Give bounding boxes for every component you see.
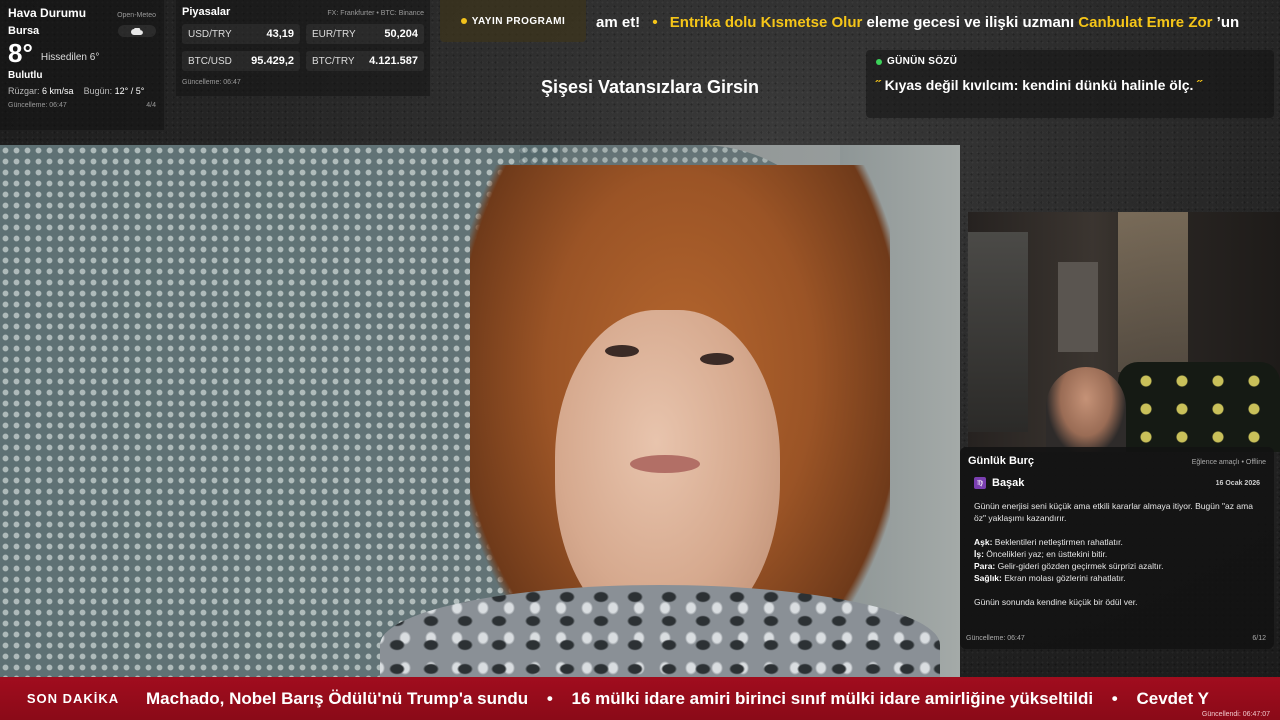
rate-label: USD/TRY [188, 28, 232, 40]
item-key: İş: [974, 549, 984, 559]
webcam-shelf [1058, 262, 1098, 352]
horoscope-item-work: İş: Öncelikleri yaz; en üsttekini bitir. [974, 548, 1260, 560]
horoscope-closing: Günün sonunda kendine küçük bir ödül ver… [974, 597, 1138, 607]
item-key: Sağlık: [974, 573, 1002, 583]
markets-title: Piyasalar [182, 6, 231, 18]
program-dot-icon [460, 18, 467, 24]
rate-eur-try: EUR/TRY 50,204 [306, 24, 424, 44]
rate-value: 50,204 [384, 28, 418, 40]
ticker-highlight-1: Entrika dolu Kısmetse Olur [669, 14, 863, 31]
weather-condition: Bulutlu [8, 70, 43, 81]
markets-source: FX: Frankfurter • BTC: Binance [327, 10, 424, 17]
wind-value: 6 km/sa [42, 86, 74, 96]
quote-text-row: ˝ Kıyas değil kıvılcım: kendini dünkü ha… [876, 77, 1264, 93]
quote-close-mark: ˝ [1197, 77, 1202, 93]
weather-updated: Güncelleme: 06:47 [8, 102, 67, 109]
weather-details: Rüzgar: 6 km/sa Bugün: 12° / 5° [8, 86, 156, 96]
program-label: YAYIN PROGRAMI [471, 15, 566, 27]
rate-value: 43,19 [266, 28, 294, 40]
news-separator: • [546, 688, 553, 708]
wind-label: Rüzgar: [8, 86, 40, 96]
live-dot-icon [876, 58, 882, 65]
breaking-news-updated: Güncellendi: 06:47:07 [1201, 711, 1270, 718]
horoscope-note: Eğlence amaçlı • Offline [1191, 459, 1266, 466]
horoscope-item-money: Para: Gelir-gideri gözden geçirmek sürpr… [974, 560, 1260, 572]
item-text: Gelir-gideri gözden geçirmek sürprizi az… [995, 561, 1164, 571]
weather-title: Hava Durumu [8, 6, 87, 20]
weather-city: Bursa [8, 25, 40, 37]
rate-label: EUR/TRY [312, 28, 356, 40]
top-news-ticker: am et! • Entrika dolu Kısmetse Olur elem… [596, 12, 1280, 34]
item-key: Para: [974, 561, 996, 571]
horoscope-item-health: Sağlık: Ekran molası gözlerini rahatlatı… [974, 572, 1260, 584]
quote-title: GÜNÜN SÖZÜ [887, 56, 958, 67]
webcam-pillows [1128, 367, 1278, 447]
rate-usd-try: USD/TRY 43,19 [182, 24, 300, 44]
ticker-middle: eleme gecesi ve ilişki uzmanı [866, 14, 1079, 31]
breaking-news-label: SON DAKİKA [26, 691, 120, 706]
ticker-lead: am et! [596, 14, 641, 31]
horoscope-items: Aşk: Beklentileri netleştirmen rahatlatı… [974, 536, 1260, 584]
item-text: Öncelikleri yaz; en üsttekini bitir. [983, 549, 1108, 559]
horoscope-item-love: Aşk: Beklentileri netleştirmen rahatlatı… [974, 536, 1260, 548]
news-item: 16 mülki idare amiri birinci sınıf mülki… [571, 688, 1094, 708]
horoscope-page-indicator: 6/12 [1252, 635, 1266, 642]
show-title: Şişesi Vatansızlara Girsin [540, 77, 760, 97]
quote-open-mark: ˝ [876, 77, 881, 93]
news-item: Machado, Nobel Barış Ödülü'nü Trump'a su… [146, 688, 529, 708]
breaking-news-ticker: Machado, Nobel Barış Ödülü'nü Trump'a su… [146, 689, 1280, 709]
webcam-streamer [1046, 367, 1126, 452]
today-label: Bugün: [83, 86, 113, 96]
quote-of-the-day: GÜNÜN SÖZÜ ˝ Kıyas değil kıvılcım: kendi… [866, 50, 1274, 118]
today-value: 12° / 5° [114, 86, 145, 96]
horoscope-body: Günün enerjisi seni küçük ama etkili kar… [968, 500, 1266, 608]
markets-updated: Güncelleme: 06:47 [182, 79, 241, 86]
news-item: Cevdet Y [1136, 688, 1209, 708]
horoscope-intro: Günün enerjisi seni küçük ama etkili kar… [974, 501, 1253, 523]
weather-temperature: 8° [8, 38, 33, 68]
item-text: Ekran molası gözlerini rahatlatır. [1001, 573, 1126, 583]
horoscope-updated: Güncelleme: 06:47 [966, 635, 1025, 642]
rate-label: BTC/USD [188, 55, 232, 67]
webcam-feed [968, 212, 1280, 452]
video-subject-eye [700, 353, 734, 365]
virgo-icon: ♍ [974, 477, 986, 489]
cloud-icon [118, 25, 156, 37]
video-subject-lips [630, 455, 700, 473]
horoscope-title: Günlük Burç [968, 455, 1035, 467]
rate-value: 4.121.587 [369, 55, 418, 67]
rate-btc-try: BTC/TRY 4.121.587 [306, 51, 424, 71]
rate-label: BTC/TRY [312, 55, 355, 67]
item-key: Aşk: [974, 537, 993, 547]
quote-text: Kıyas değil kıvılcım: kendini dünkü hali… [884, 77, 1194, 93]
weather-widget: Hava Durumu Open-Meteo Bursa 8° Hissedil… [0, 0, 164, 130]
breaking-news-bar: SON DAKİKA Machado, Nobel Barış Ödülü'nü… [0, 677, 1280, 720]
markets-widget: Piyasalar FX: Frankfurter • BTC: Binance… [176, 0, 430, 96]
main-video [0, 145, 960, 677]
horoscope-date: 16 Ocak 2026 [1215, 479, 1260, 487]
video-subject-eye [605, 345, 639, 357]
horoscope-sign: ♍ Başak [974, 477, 1024, 489]
webcam-window [968, 232, 1028, 432]
weather-source: Open-Meteo [117, 12, 156, 19]
ticker-tail: ’un [1216, 14, 1240, 31]
item-text: Beklentileri netleştirmen rahatlatır. [992, 537, 1123, 547]
ticker-highlight-2: Canbulat Emre Zor [1078, 14, 1213, 31]
webcam-light [1118, 212, 1188, 372]
horoscope-sign-name: Başak [992, 477, 1025, 489]
program-schedule-button[interactable]: YAYIN PROGRAMI [440, 0, 586, 42]
ticker-separator: • [652, 14, 658, 31]
weather-page-indicator: 4/4 [146, 102, 156, 109]
news-separator: • [1111, 688, 1118, 708]
rate-btc-usd: BTC/USD 95.429,2 [182, 51, 300, 71]
weather-feels-like: Hissedilen 6° [40, 52, 100, 63]
rate-value: 95.429,2 [251, 55, 294, 67]
daily-horoscope-widget: Günlük Burç Eğlence amaçlı • Offline ♍ B… [960, 447, 1274, 649]
